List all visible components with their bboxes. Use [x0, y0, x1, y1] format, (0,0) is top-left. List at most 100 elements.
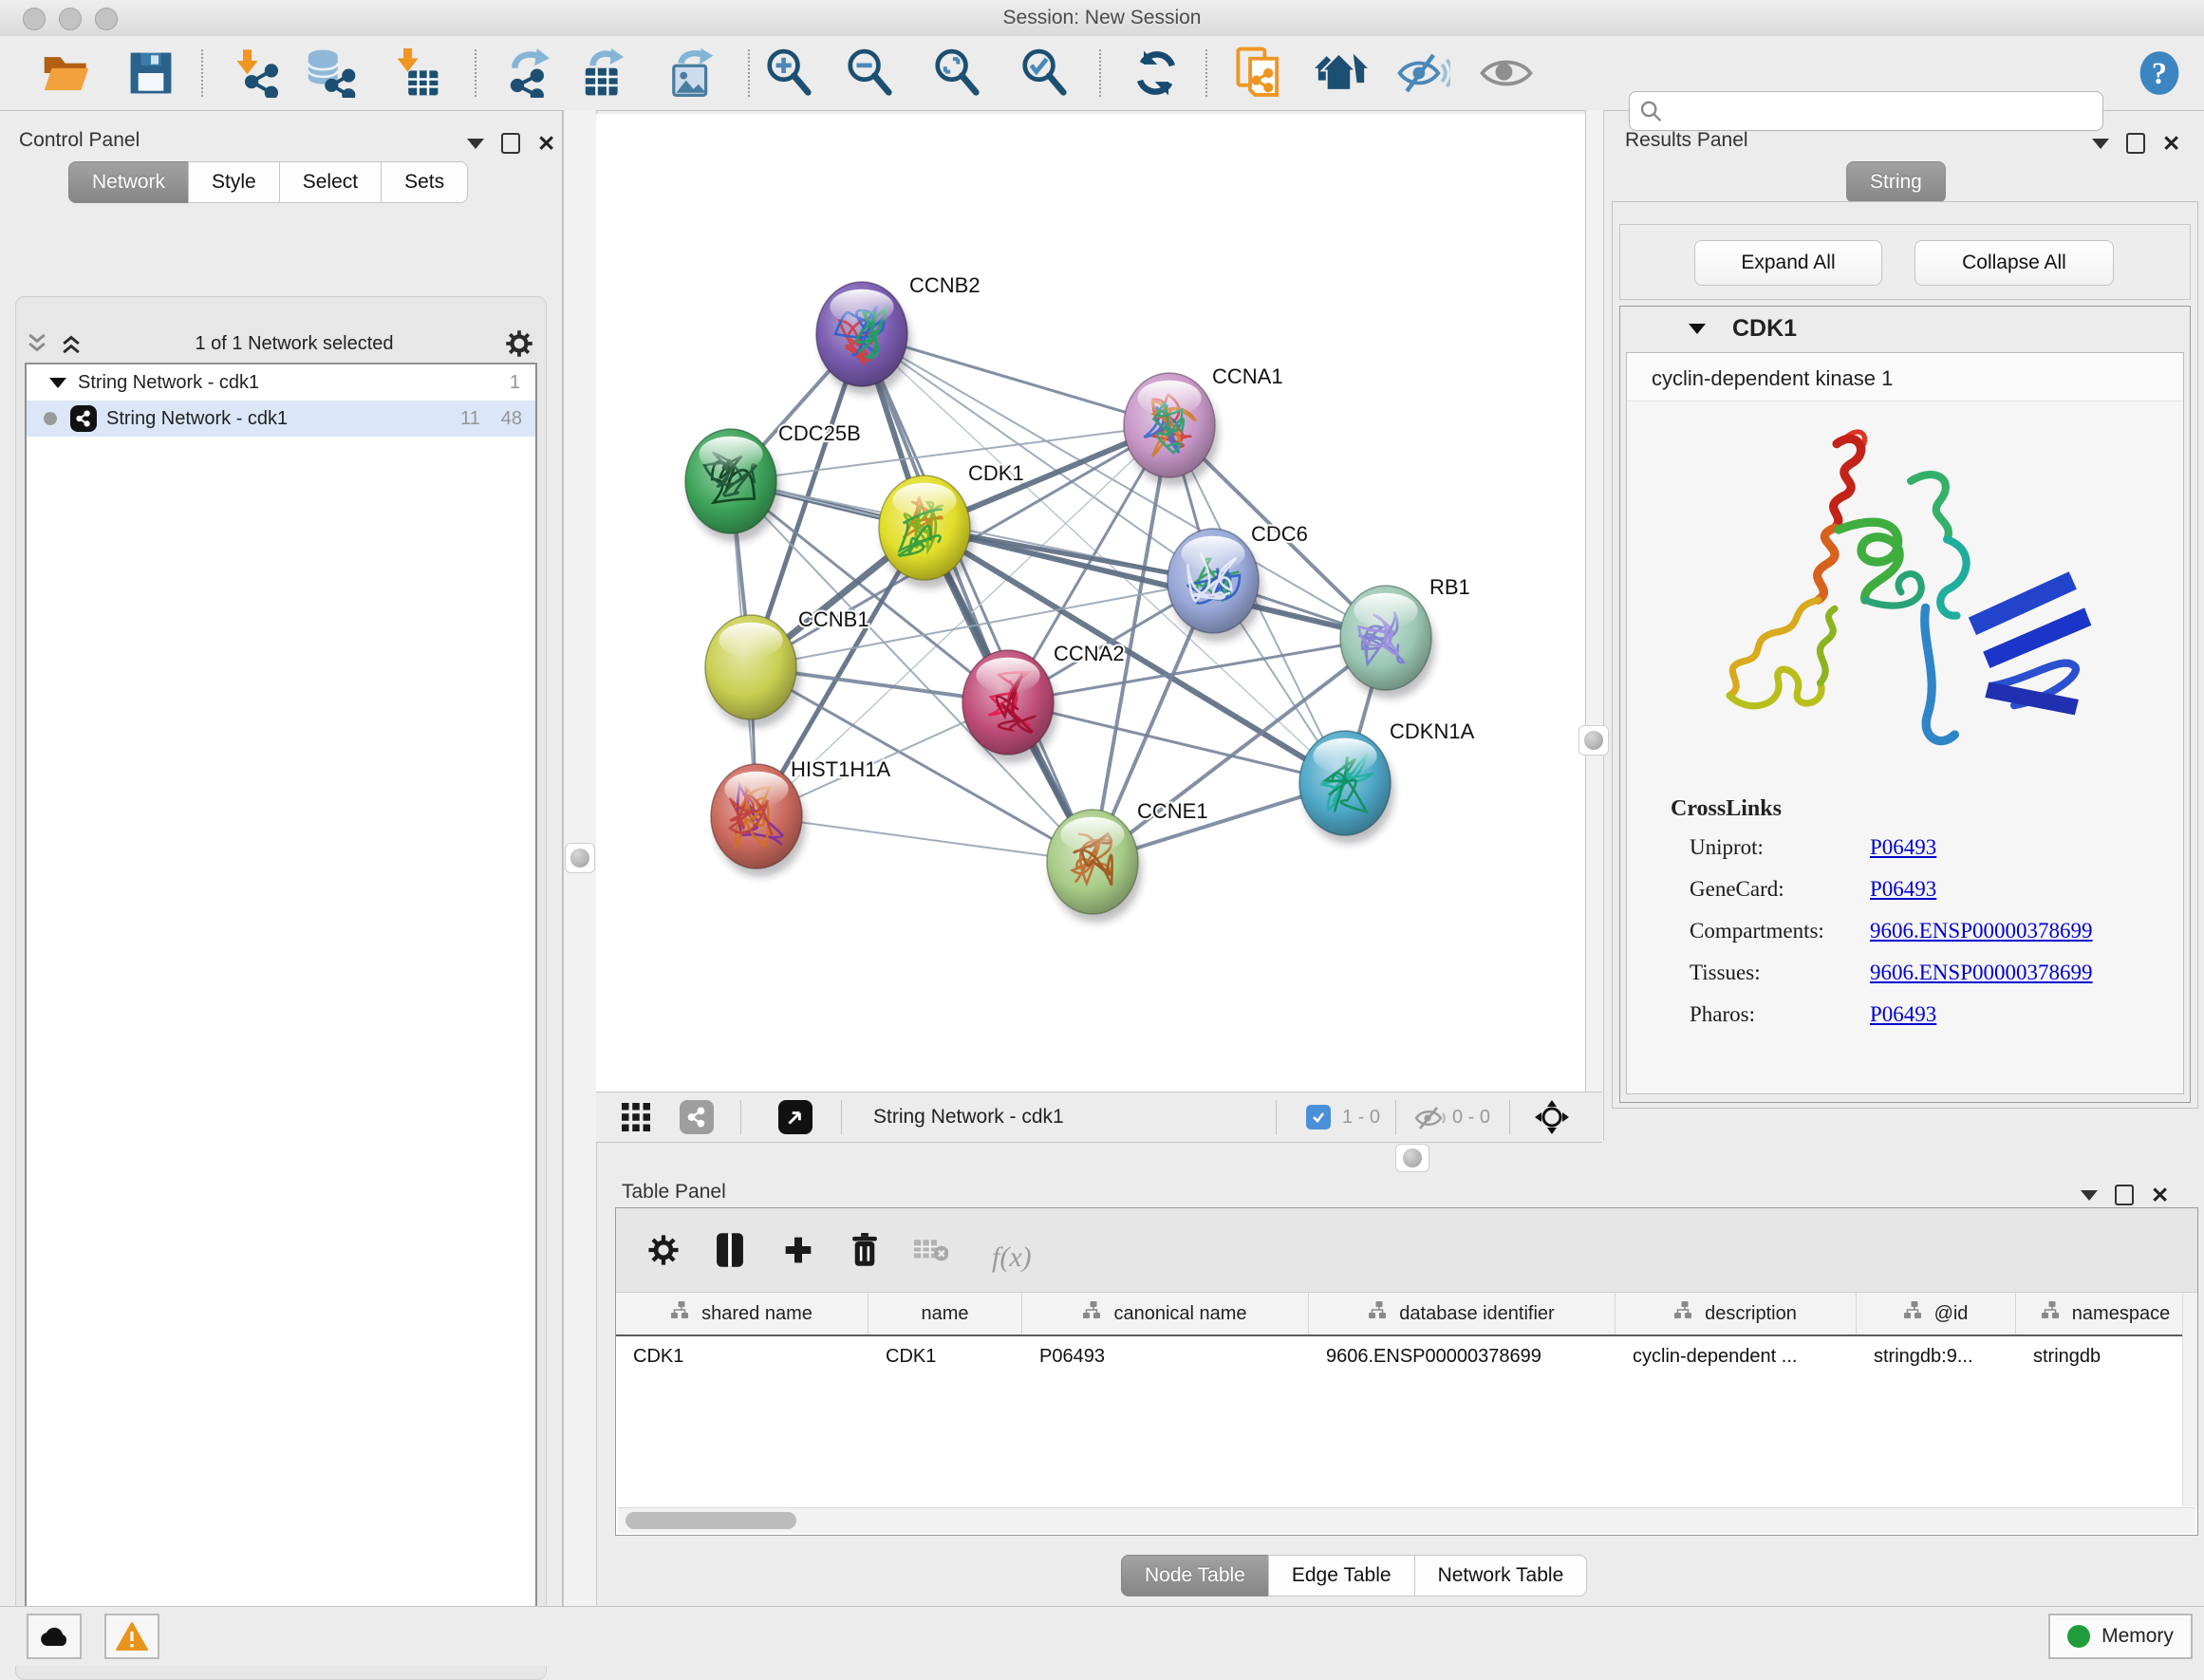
help-icon[interactable]: ?	[2137, 50, 2182, 96]
crosslink-link[interactable]: 9606.ENSP00000378699	[1870, 961, 2093, 985]
tab-sets[interactable]: Sets	[381, 161, 468, 203]
export-network-icon[interactable]	[505, 48, 554, 98]
gene-collapse-arrow-icon[interactable]	[1689, 324, 1706, 334]
zoom-in-icon[interactable]	[763, 47, 814, 99]
export-image-icon[interactable]	[666, 48, 716, 98]
table-gear-icon[interactable]	[647, 1234, 680, 1266]
left-splitter[interactable]	[563, 110, 597, 1606]
tab-edge-table[interactable]: Edge Table	[1268, 1555, 1415, 1596]
table-cell[interactable]: stringdb:9...	[1857, 1346, 2016, 1368]
home-networks-icon[interactable]	[1315, 50, 1368, 96]
gear-icon[interactable]	[505, 329, 533, 358]
import-network-from-file-icon[interactable]	[231, 48, 280, 98]
tab-string[interactable]: String	[1846, 161, 1946, 203]
table-splitter[interactable]	[596, 1143, 2204, 1173]
network-edge-CCNA2-CDKN1A[interactable]	[1008, 702, 1345, 783]
zoom-out-icon[interactable]	[844, 47, 895, 99]
warnings-button[interactable]	[104, 1614, 159, 1659]
zoom-selected-icon[interactable]	[1018, 47, 1070, 99]
grid-view-icon[interactable]	[622, 1103, 650, 1131]
show-all-eye-icon[interactable]	[1480, 54, 1533, 92]
column-header-@id[interactable]: @id	[1857, 1293, 2016, 1335]
hide-selected-eye-slash-icon[interactable]	[1397, 52, 1450, 94]
table-cell[interactable]: CDK1	[616, 1346, 869, 1368]
add-column-icon[interactable]	[783, 1235, 813, 1265]
table-row[interactable]: CDK1CDK1P064939606.ENSP00000378699cyclin…	[616, 1336, 2197, 1376]
column-header-database-identifier[interactable]: database identifier	[1309, 1293, 1616, 1335]
crosslink-link[interactable]: P06493	[1870, 877, 1936, 902]
results-panel-float-icon[interactable]	[2126, 133, 2145, 154]
column-header-namespace[interactable]: namespace	[2016, 1293, 2196, 1335]
expand-all-chevron-icon[interactable]	[59, 331, 84, 356]
function-builder-icon[interactable]: f(x)	[992, 1241, 1032, 1274]
current-network-dot-icon	[44, 412, 57, 425]
cloud-status-button[interactable]	[27, 1614, 82, 1659]
close-window-button[interactable]	[23, 8, 46, 30]
table-cell[interactable]: 9606.ENSP00000378699	[1309, 1346, 1616, 1368]
refresh-layout-icon[interactable]	[1131, 48, 1181, 98]
table-vertical-scrollbar[interactable]	[2182, 1293, 2197, 1506]
control-panel-menu-icon[interactable]	[467, 139, 484, 149]
selected-checkbox-icon[interactable]	[1306, 1105, 1331, 1129]
expand-all-button[interactable]: Expand All	[1694, 240, 1882, 286]
table-splitter-handle[interactable]	[1395, 1144, 1429, 1172]
tab-select[interactable]: Select	[279, 161, 382, 203]
crosslink-link[interactable]: P06493	[1870, 835, 1936, 860]
memory-button[interactable]: Memory	[2048, 1614, 2193, 1659]
network-column-icon	[1369, 1301, 1390, 1326]
zoom-fit-icon[interactable]	[931, 47, 982, 99]
left-splitter-handle[interactable]	[565, 843, 595, 873]
network-edge-CCNB2-CCNE1[interactable]	[862, 334, 1093, 862]
zoom-window-button[interactable]	[95, 8, 118, 30]
column-header-canonical-name[interactable]: canonical name	[1022, 1293, 1309, 1335]
table-header-row: shared namenamecanonical namedatabase id…	[616, 1293, 2197, 1336]
table-panel-float-icon[interactable]	[2115, 1185, 2134, 1205]
results-panel-close-icon[interactable]: ✕	[2162, 135, 2180, 152]
network-view-type-icon[interactable]	[680, 1100, 714, 1134]
node-label-CDKN1A: CDKN1A	[1390, 719, 1475, 743]
crosslink-link[interactable]: P06493	[1870, 1002, 1936, 1027]
table-horizontal-scrollbar[interactable]	[618, 1507, 2195, 1533]
delete-table-icon[interactable]	[914, 1237, 948, 1263]
collapse-all-button[interactable]: Collapse All	[1914, 240, 2114, 286]
network-row-selected[interactable]: String Network - cdk1 11 48	[27, 401, 535, 437]
import-network-from-database-icon[interactable]	[305, 48, 356, 98]
results-splitter[interactable]	[1585, 110, 1604, 1141]
gene-section-header[interactable]: CDK1	[1620, 307, 2190, 350]
table-cell[interactable]: cyclin-dependent ...	[1616, 1346, 1857, 1368]
table-cell[interactable]: stringdb	[2016, 1346, 2196, 1368]
import-table-from-file-icon[interactable]	[391, 48, 440, 98]
open-session-icon[interactable]	[42, 52, 91, 94]
scrollbar-thumb[interactable]	[626, 1512, 796, 1529]
network-collection-row[interactable]: String Network - cdk1 1	[27, 364, 535, 401]
birdseye-view-icon[interactable]	[778, 1100, 812, 1134]
control-panel-close-icon[interactable]: ✕	[537, 135, 555, 152]
control-panel-tabs: NetworkStyleSelectSets	[68, 161, 468, 203]
hidden-eye-slash-icon[interactable]	[1414, 1106, 1447, 1135]
control-panel-float-icon[interactable]	[501, 133, 520, 154]
table-panel-menu-icon[interactable]	[2081, 1190, 2098, 1201]
collapse-all-chevron-icon[interactable]	[25, 331, 49, 356]
column-header-shared-name[interactable]: shared name	[616, 1293, 869, 1335]
minimize-window-button[interactable]	[59, 8, 82, 30]
fit-selected-crosshair-icon[interactable]	[1534, 1099, 1570, 1140]
tab-node-table[interactable]: Node Table	[1121, 1555, 1269, 1596]
tab-style[interactable]: Style	[188, 161, 280, 203]
export-table-icon[interactable]	[578, 48, 627, 98]
column-header-name[interactable]: name	[869, 1293, 1022, 1335]
save-session-icon[interactable]	[128, 50, 174, 96]
network-from-selection-icon[interactable]	[1235, 47, 1282, 100]
collection-expand-arrow-icon[interactable]	[49, 378, 66, 388]
network-canvas[interactable]: CCNB2CCNA1CDC25BCDK1CDC6RB1CCNB1CCNA2CDK…	[596, 114, 1585, 1092]
crosslink-link[interactable]: 9606.ENSP00000378699	[1870, 919, 2093, 943]
table-cell[interactable]: P06493	[1022, 1346, 1309, 1368]
show-columns-icon[interactable]	[715, 1232, 745, 1268]
tab-network-table[interactable]: Network Table	[1414, 1555, 1588, 1596]
tab-network[interactable]: Network	[68, 161, 189, 203]
table-panel-close-icon[interactable]: ✕	[2151, 1186, 2169, 1204]
table-cell[interactable]: CDK1	[869, 1346, 1022, 1368]
network-edge-HIST1H1A-CCNE1[interactable]	[756, 816, 1093, 862]
delete-column-trash-icon[interactable]	[850, 1233, 880, 1267]
column-header-description[interactable]: description	[1616, 1293, 1857, 1335]
results-panel-menu-icon[interactable]	[2092, 139, 2109, 149]
